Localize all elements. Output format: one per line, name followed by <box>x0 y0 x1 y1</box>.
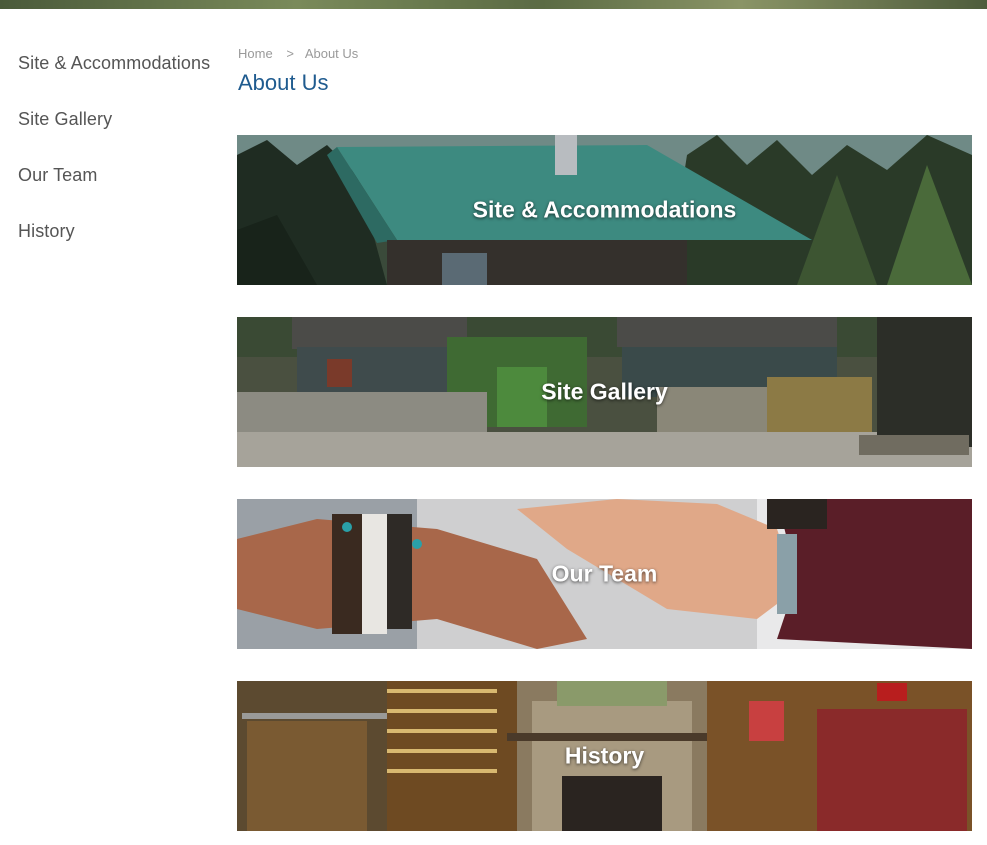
breadcrumb: Home > About Us <box>238 46 358 61</box>
page-title: About Us <box>238 70 329 95</box>
sidebar-item-site-gallery[interactable]: Site Gallery <box>18 106 218 162</box>
tile-site-accommodations[interactable]: Site & Accommodations <box>237 135 972 285</box>
sidebar-nav: Site & Accommodations Site Gallery Our T… <box>18 50 218 274</box>
tile-label: Site Gallery <box>541 378 668 405</box>
tile-history[interactable]: History <box>237 681 972 831</box>
tile-site-gallery[interactable]: Site Gallery <box>237 317 972 467</box>
tile-label: History <box>564 742 645 769</box>
tile-label: Site & Accommodations <box>472 196 737 223</box>
sidebar-item-our-team[interactable]: Our Team <box>18 162 218 218</box>
tile-label: Our Team <box>551 560 658 587</box>
breadcrumb-current: About Us <box>304 46 359 61</box>
sidebar-item-history[interactable]: History <box>18 218 218 274</box>
tile-our-team[interactable]: Our Team <box>237 499 972 649</box>
breadcrumb-home-link[interactable]: Home <box>238 46 273 61</box>
sidebar-item-site-accommodations[interactable]: Site & Accommodations <box>18 50 218 106</box>
header-image-strip <box>0 0 987 9</box>
breadcrumb-separator: > <box>286 46 294 61</box>
